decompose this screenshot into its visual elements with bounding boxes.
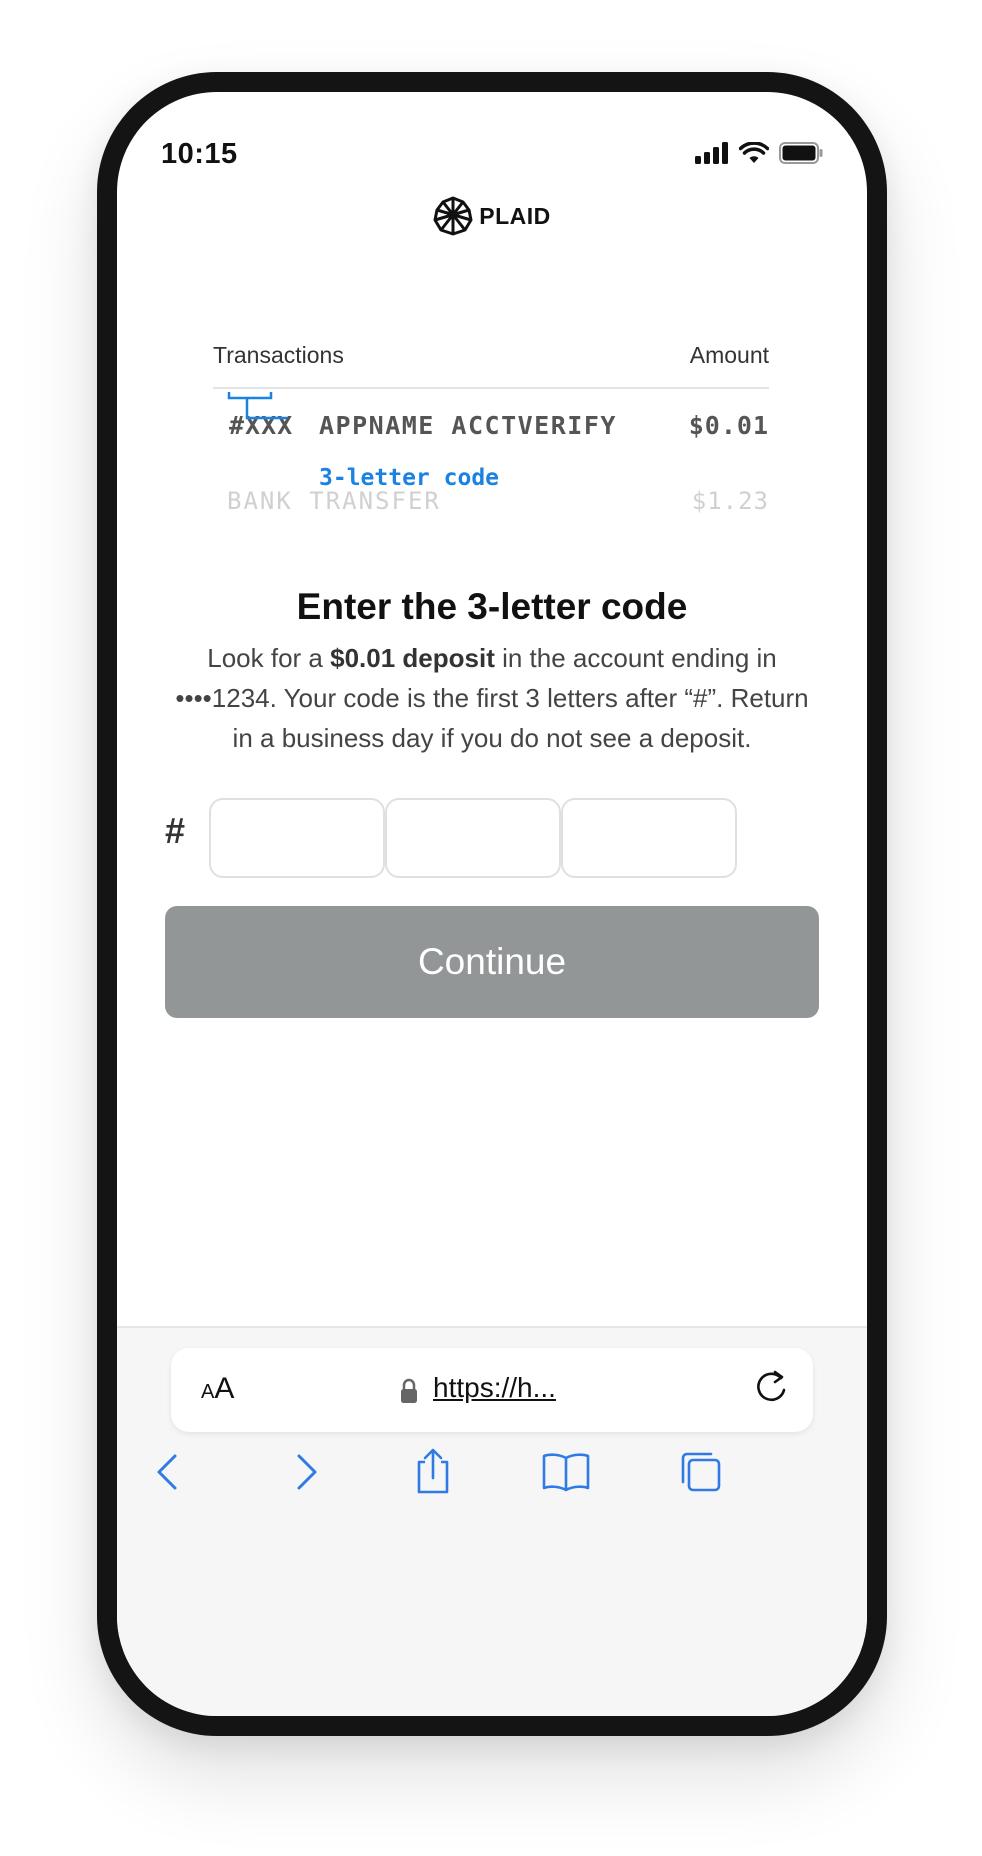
transaction-description: APPNAME ACCTVERIFY [319,411,617,440]
back-icon[interactable] [149,1450,189,1494]
instructions-text: Look for a $0.01 deposit in the account … [167,638,817,758]
page-title: Enter the 3-letter code [296,586,688,627]
code-input-1[interactable] [209,798,385,878]
transactions-example: Transactions Amount #XXX APPNAME ACCTVER… [213,342,769,521]
bookmarks-icon[interactable] [541,1450,591,1494]
text-size-big-glyph: A [214,1372,235,1405]
lock-icon [401,1378,417,1403]
battery-icon [779,142,823,164]
transaction-description: BANK TRANSFER [227,487,441,515]
code-input-2[interactable] [385,798,561,878]
status-time: 10:15 [161,138,238,170]
text-size-button[interactable]: AA [201,1372,234,1406]
transaction-amount: $1.23 [691,487,769,515]
address-bar[interactable]: AA https://h... [171,1348,813,1432]
continue-button[interactable]: Continue [165,906,819,1018]
transaction-amount: $0.01 [688,411,769,440]
signal-icon [695,142,728,164]
url-text[interactable]: https://h... [433,1372,556,1404]
wifi-icon [739,142,769,163]
plaid-logo: PLAID [117,196,867,236]
plaid-logo-icon [433,196,473,236]
instructions-part1: Look for a [207,643,331,673]
forward-icon[interactable] [285,1450,325,1494]
code-input-3[interactable] [561,798,737,878]
plaid-logo-text: PLAID [479,202,551,229]
transactions-column-label: Transactions [213,342,344,368]
instructions-bold: $0.01 deposit [330,643,495,673]
tabs-icon[interactable] [679,1450,723,1494]
browser-toolbar: AA https://h... [117,1326,867,1716]
amount-column-label: Amount [689,342,769,368]
phone-frame: 10:15 PLAID Transactions Amount #XXX APP… [97,72,887,1736]
transaction-row-bank: BANK TRANSFER $1.23 [213,487,769,521]
code-bracket-icon [227,392,287,420]
text-size-small-glyph: A [201,1381,215,1403]
share-icon[interactable] [413,1446,453,1496]
screen: 10:15 PLAID Transactions Amount #XXX APP… [117,92,867,1716]
status-icons [695,142,823,164]
transactions-header: Transactions Amount [213,342,769,389]
reload-icon[interactable] [751,1368,791,1408]
code-prefix: # [165,810,186,851]
